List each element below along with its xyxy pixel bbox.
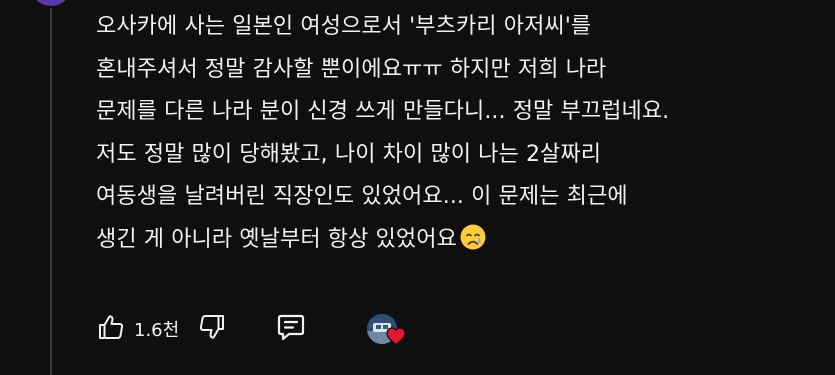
heart-icon	[385, 326, 407, 350]
comment-icon	[275, 311, 307, 347]
like-count: 1.6천	[134, 320, 180, 341]
comment-line: 오사카에 사는 일본인 여성으로서 '부츠카리 아저씨'를	[96, 14, 592, 39]
comment-line-last: 생긴 게 아니라 옛날부터 항상 있었어요	[96, 219, 816, 267]
comment-line: 저도 정말 많이 당해봤고, 나이 차이 많이 나는 2살짜리	[96, 141, 602, 167]
comment-text: 오사카에 사는 일본인 여성으로서 '부츠카리 아저씨'를 혼내주셔서 정말 감…	[96, 6, 816, 266]
comment-line: 문제를 다른 나라 분이 신경 쓰게 만들다니... 정말 부끄럽네요.	[96, 99, 670, 124]
thumbs-up-icon	[96, 312, 126, 346]
comment-line: 혼내주셔서 정말 감사할 뿐이에요ㅠㅠ 하지만 저희 나라	[96, 56, 607, 82]
reply-button[interactable]	[275, 311, 307, 347]
like-button[interactable]: 1.6천	[96, 312, 197, 346]
comment-line-text: 생긴 게 아니라 옛날부터 항상 있었어요	[96, 226, 457, 252]
commenter-avatar[interactable]	[30, 0, 72, 6]
creator-heart[interactable]	[365, 312, 406, 346]
dislike-button[interactable]	[197, 312, 227, 346]
crying-face-icon	[459, 223, 487, 267]
comment-line: 여동생을 날려버린 직장인도 있었어요... 이 문제는 최근에	[96, 184, 628, 209]
thumbs-down-icon	[197, 312, 227, 346]
comment-actions: 1.6천	[96, 308, 406, 350]
thread-line	[50, 8, 52, 375]
